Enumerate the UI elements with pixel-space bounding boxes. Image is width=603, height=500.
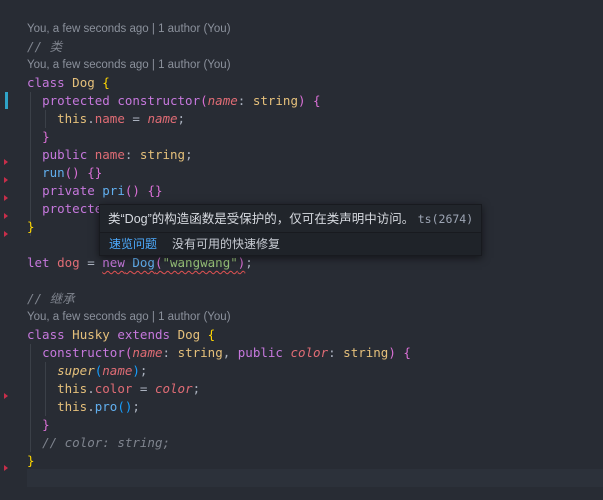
code-line: private pri() {} (42, 183, 163, 198)
code-line: this.color = color; (57, 381, 201, 396)
code-line: // 继承 (27, 291, 75, 306)
hover-message: 类“Dog”的构造函数是受保护的，仅可在类声明中访问。 ts(2674) (108, 212, 474, 226)
git-modified-indicator[interactable] (5, 92, 8, 109)
code-line: } (27, 453, 35, 468)
code-line: public name: string; (42, 147, 193, 162)
error-marker-icon (4, 231, 8, 237)
error-hover-tooltip: 类“Dog”的构造函数是受保护的，仅可在类声明中访问。 ts(2674) 速览问… (99, 204, 482, 256)
code-line: } (42, 129, 50, 144)
error-marker-icon (4, 195, 8, 201)
no-quick-fix-label: 没有可用的快速修复 (172, 237, 281, 251)
code-line: } (42, 417, 50, 432)
git-blame-codelens[interactable]: You, a few seconds ago | 1 author (You) (27, 308, 231, 326)
code-line: protected constructor(name: string) { (42, 93, 321, 108)
current-line-highlight (27, 469, 603, 487)
code-line: this.name = name; (57, 111, 186, 126)
hover-status-bar: 速览问题 没有可用的快速修复 (100, 233, 481, 255)
error-squiggle[interactable]: new Dog("wangwang") (102, 255, 245, 270)
git-blame-codelens[interactable]: You, a few seconds ago | 1 author (You) (27, 20, 231, 38)
peek-problem-link[interactable]: 速览问题 (109, 236, 157, 252)
code-line: let dog = new Dog("wangwang"); (27, 255, 253, 270)
code-line: this.pro(); (57, 399, 140, 414)
error-marker-icon (4, 213, 8, 219)
error-marker-icon (4, 465, 8, 471)
code-line: // 类 (27, 39, 63, 54)
error-marker-icon (4, 393, 8, 399)
code-line: run() {} (42, 165, 103, 180)
hover-error-code[interactable]: ts(2674) (418, 212, 473, 226)
error-marker-icon (4, 177, 8, 183)
git-blame-codelens[interactable]: You, a few seconds ago | 1 author (You) (27, 56, 231, 74)
code-line: super(name); (57, 363, 148, 378)
error-marker-icon (4, 159, 8, 165)
code-line: class Husky extends Dog { (27, 327, 216, 342)
code-line: constructor(name: string, public color: … (42, 345, 411, 360)
code-line: class Dog { (27, 75, 110, 90)
editor-gutter[interactable] (0, 0, 27, 500)
code-line: // color: string; (42, 435, 170, 450)
